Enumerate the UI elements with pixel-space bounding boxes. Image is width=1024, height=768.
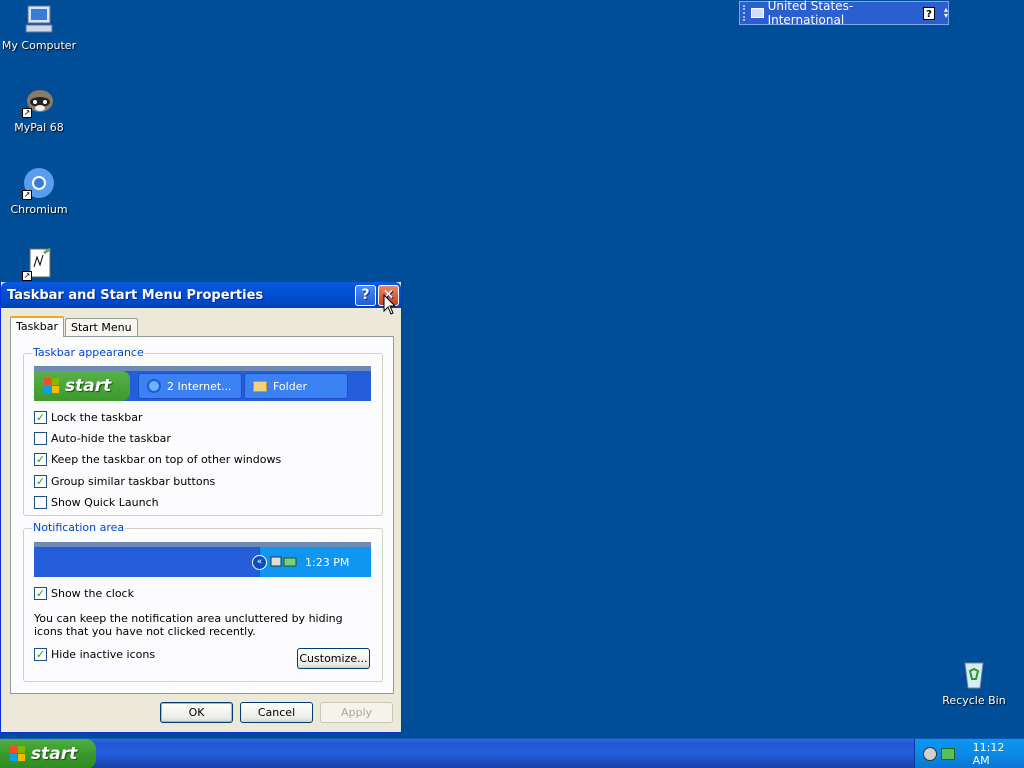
option-keep-on-top[interactable]: ✓ Keep the taskbar on top of other windo… — [34, 453, 281, 466]
shortcut-arrow-icon: ↗ — [22, 271, 32, 281]
apply-button: Apply — [320, 702, 393, 723]
desktop-icon-my-computer[interactable]: My Computer — [1, 2, 77, 52]
option-hide-inactive[interactable]: ✓ Hide inactive icons — [34, 648, 155, 661]
network-icon[interactable] — [940, 748, 955, 760]
windows-logo-icon — [44, 378, 60, 394]
option-lock-taskbar[interactable]: ✓ Lock the taskbar — [34, 411, 143, 424]
preview-internet-button: 2 Internet... — [138, 373, 242, 399]
preview-start-button: start — [34, 371, 130, 401]
desktop-icon-label: Recycle Bin — [942, 694, 1006, 707]
preview-folder-label: Folder — [273, 379, 307, 393]
tab-start-menu[interactable]: Start Menu — [65, 318, 138, 337]
taskbar: start 11:12 AM — [0, 738, 1024, 768]
tray-icons — [270, 556, 297, 567]
start-button[interactable]: start — [0, 739, 96, 768]
desktop-icon-chromium[interactable]: ↗ Chromium — [1, 166, 77, 216]
tab-strip: Taskbar Start Menu — [10, 316, 139, 337]
keyboard-icon — [750, 8, 764, 18]
option-quick-launch[interactable]: Show Quick Launch — [34, 496, 159, 509]
checkbox-auto-hide[interactable] — [34, 432, 47, 445]
preview-tray: « 1:23 PM — [252, 547, 371, 577]
desktop-icon-label: My Computer — [1, 39, 77, 52]
cancel-button[interactable]: Cancel — [240, 702, 313, 723]
option-label: Show Quick Launch — [51, 496, 159, 509]
start-label: start — [31, 744, 78, 764]
language-label[interactable]: United States-International — [768, 0, 914, 27]
taskbar-appearance-group: Taskbar appearance start 2 Internet... F… — [23, 346, 383, 516]
taskbar-properties-dialog: Taskbar and Start Menu Properties ? ✕ Ta… — [0, 282, 402, 733]
notification-description: You can keep the notification area unclu… — [34, 612, 343, 638]
shortcut-arrow-icon: ↗ — [22, 108, 32, 118]
checkbox-quick-launch[interactable] — [34, 496, 47, 509]
notification-area-group: Notification area « 1:23 PM ✓ Show the c… — [23, 521, 383, 682]
desktop-icon-label: MyPal 68 — [14, 121, 64, 134]
group-title: Taskbar appearance — [32, 346, 145, 359]
checkbox-hide-inactive[interactable]: ✓ — [34, 648, 47, 661]
document-icon: ↗ — [22, 247, 56, 281]
help-button[interactable]: ? — [355, 284, 376, 306]
checkbox-lock-taskbar[interactable]: ✓ — [34, 411, 47, 424]
option-label: Auto-hide the taskbar — [51, 432, 171, 445]
mypal-icon: ↗ — [22, 84, 56, 118]
tab-panel: Taskbar appearance start 2 Internet... F… — [10, 336, 394, 694]
option-label: Show the clock — [51, 587, 134, 600]
notification-preview: « 1:23 PM — [34, 542, 371, 577]
group-title: Notification area — [32, 521, 126, 534]
option-group-similar[interactable]: ✓ Group similar taskbar buttons — [34, 475, 215, 488]
preview-internet-label: 2 Internet... — [167, 379, 232, 393]
desktop-icon-mypal[interactable]: ↗ MyPal 68 — [1, 84, 77, 134]
checkbox-keep-on-top[interactable]: ✓ — [34, 453, 47, 466]
language-bar-grip[interactable] — [743, 5, 747, 21]
dialog-title: Taskbar and Start Menu Properties — [7, 287, 264, 303]
taskbar-preview: start 2 Internet... Folder — [34, 366, 371, 401]
checkbox-group-similar[interactable]: ✓ — [34, 475, 47, 488]
desktop-icon-unnamed[interactable]: ↗ — [1, 247, 77, 284]
recycle-bin-icon — [957, 657, 991, 691]
system-tray: 11:12 AM — [914, 739, 1024, 768]
clock[interactable]: 11:12 AM — [973, 741, 1024, 767]
preview-folder-button: Folder — [244, 373, 348, 399]
help-icon[interactable]: ? — [923, 6, 935, 20]
customize-button[interactable]: Customize... — [297, 648, 370, 669]
checkbox-show-clock[interactable]: ✓ — [34, 587, 47, 600]
option-label: Keep the taskbar on top of other windows — [51, 453, 282, 466]
language-bar-options-icon[interactable]: ▴ ▾ — [944, 6, 948, 20]
option-show-clock[interactable]: ✓ Show the clock — [34, 587, 134, 600]
language-bar[interactable]: United States-International ? ▴ ▾ — [739, 0, 949, 27]
folder-icon — [253, 380, 267, 392]
my-computer-icon — [22, 2, 56, 36]
mouse-cursor-icon — [383, 294, 397, 315]
shortcut-arrow-icon: ↗ — [22, 190, 32, 200]
internet-explorer-icon — [147, 379, 161, 393]
option-auto-hide[interactable]: Auto-hide the taskbar — [34, 432, 171, 445]
preview-start-label: start — [65, 376, 112, 396]
chevron-left-icon: « — [252, 554, 267, 570]
option-label: Lock the taskbar — [51, 411, 143, 424]
windows-logo-icon — [10, 746, 26, 762]
volume-icon[interactable] — [923, 747, 937, 761]
option-label: Group similar taskbar buttons — [51, 475, 216, 488]
desktop-icon-label: Chromium — [10, 203, 68, 216]
preview-time: 1:23 PM — [305, 555, 350, 569]
chromium-icon: ↗ — [22, 166, 56, 200]
desktop-icon-recycle-bin[interactable]: Recycle Bin — [936, 657, 1012, 707]
tab-taskbar[interactable]: Taskbar — [10, 316, 64, 337]
option-label: Hide inactive icons — [51, 648, 156, 661]
dialog-titlebar[interactable]: Taskbar and Start Menu Properties ? ✕ — [1, 282, 401, 308]
ok-button[interactable]: OK — [160, 702, 233, 723]
